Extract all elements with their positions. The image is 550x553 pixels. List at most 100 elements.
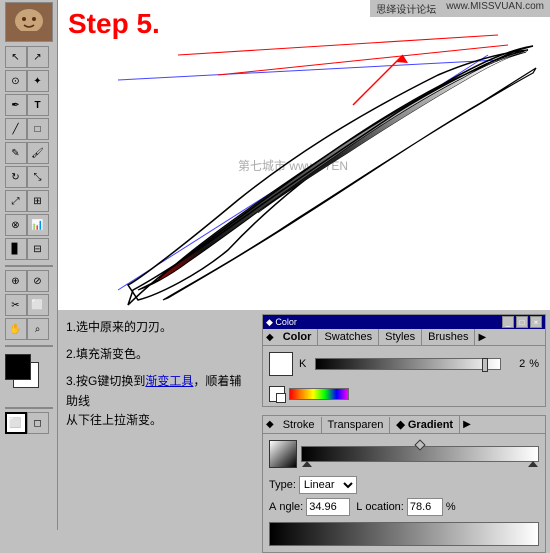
- warp-tool[interactable]: ⤢: [5, 190, 27, 212]
- stroke-tool[interactable]: ◻: [27, 412, 49, 434]
- direct-select-tool[interactable]: ↗: [27, 46, 49, 68]
- magic-wand-tool[interactable]: ✦: [27, 70, 49, 92]
- eraser-tool[interactable]: ⬜: [27, 294, 49, 316]
- gradient-preview-row: [269, 440, 539, 468]
- angle-input[interactable]: [306, 498, 350, 516]
- k-slider-container: K 2 %: [299, 358, 539, 370]
- scissor-tool[interactable]: ✂: [5, 294, 27, 316]
- type-field-group: Type: Linear Radial: [269, 476, 357, 494]
- tool-row-5: ✎ 🖌: [5, 142, 53, 164]
- zoom-tool[interactable]: ⌕: [27, 318, 49, 340]
- instruction-3-pre: 3.按G键切换到: [66, 374, 145, 388]
- angle-label2: ngle:: [279, 501, 303, 513]
- instruction-1: 1.选中原来的刀刃。: [66, 318, 250, 337]
- gradient-arrow-left: ◆: [263, 419, 277, 430]
- tab-styles[interactable]: Styles: [379, 329, 422, 345]
- blend-tool[interactable]: ⊗: [5, 214, 27, 236]
- color-panel: ◆ Color _ □ × ◆ Color Swatches Styles Br…: [262, 314, 546, 407]
- line-tool[interactable]: ╱: [5, 118, 27, 140]
- instruction-3-link: 渐变工具: [145, 374, 193, 388]
- gradient-midpoint[interactable]: [414, 439, 425, 450]
- type-select[interactable]: Linear Radial: [299, 476, 357, 494]
- watermark-left: 思绎设计论坛: [376, 1, 436, 16]
- panel-arrow-right: ▶: [475, 332, 489, 343]
- paint-bucket-tool[interactable]: ⊘: [27, 270, 49, 292]
- lasso-tool[interactable]: ⊙: [5, 70, 27, 92]
- color-panel-content: K 2 %: [263, 346, 545, 382]
- tab-brushes[interactable]: Brushes: [422, 329, 475, 345]
- location-label: L: [356, 501, 362, 513]
- tool-row-3: ✒ T: [5, 94, 53, 116]
- color-panel-titlebar: ◆ Color _ □ ×: [263, 315, 545, 329]
- tool-row-7: ⤢ ⊞: [5, 190, 53, 212]
- gradient-bar[interactable]: [301, 446, 539, 462]
- gradient-panel: ◆ Stroke Transparen ◆ Gradient ▶: [262, 415, 546, 553]
- gradient-fields: Type: Linear Radial: [269, 476, 539, 494]
- rotate-tool[interactable]: ↻: [5, 166, 27, 188]
- k-slider-track[interactable]: [315, 358, 501, 370]
- tool-row-2: ⊙ ✦: [5, 70, 53, 92]
- blade-illustration: 第七城市 www.77EN: [58, 0, 550, 310]
- tool-row-10: ⊕ ⊘: [5, 270, 53, 292]
- tab-gradient[interactable]: ◆ Gradient: [390, 416, 460, 433]
- angle-field-group: A ngle:: [269, 498, 350, 516]
- stroke-swatch-small[interactable]: [269, 386, 285, 402]
- tab-transparent[interactable]: Transparen: [322, 417, 391, 433]
- right-panels: ◆ Color _ □ × ◆ Color Swatches Styles Br…: [258, 310, 550, 530]
- color-panel-tabs: ◆ Color Swatches Styles Brushes ▶: [263, 329, 545, 346]
- eyedropper-tool[interactable]: ⊕: [5, 270, 27, 292]
- instruction-2: 2.填充渐变色。: [66, 345, 250, 364]
- tab-stroke[interactable]: Stroke: [277, 417, 322, 433]
- scale-tool[interactable]: ⤡: [27, 166, 49, 188]
- mesh-tool[interactable]: ⊟: [27, 238, 49, 260]
- color-panel-bottom: [263, 382, 545, 406]
- toolbar-separator-3: [5, 407, 53, 409]
- pencil-tool[interactable]: ✎: [5, 142, 27, 164]
- panel-arrow-left: ◆: [263, 332, 277, 343]
- shape-tool[interactable]: □: [27, 118, 49, 140]
- k-slider-thumb[interactable]: [482, 358, 488, 372]
- location-field-group: L ocation: %: [356, 498, 455, 516]
- angle-label: A: [269, 501, 276, 513]
- tab-swatches[interactable]: Swatches: [318, 329, 379, 345]
- avatar: [5, 2, 53, 42]
- fill-tool[interactable]: ⬜: [5, 412, 27, 434]
- pen-tool[interactable]: ✒: [5, 94, 27, 116]
- color-panel-title: ◆ Color: [266, 317, 297, 328]
- location-input[interactable]: [407, 498, 443, 516]
- tool-row-4: ╱ □: [5, 118, 53, 140]
- tool-row-fill: ⬜ ◻: [5, 412, 53, 434]
- tool-row-9: ▊ ⊟: [5, 238, 53, 260]
- toolbar-separator-1: [5, 265, 53, 267]
- watermark-bar: 思绎设计论坛 www.MISSVUAN.com: [370, 0, 550, 17]
- gradient-stop-left[interactable]: [302, 461, 312, 467]
- color-panel-minimize[interactable]: _: [502, 316, 514, 328]
- graph-tool[interactable]: 📊: [27, 214, 49, 236]
- color-swatch-area: [5, 354, 53, 404]
- k-percent: %: [529, 358, 539, 370]
- free-transform-tool[interactable]: ⊞: [27, 190, 49, 212]
- gradient-fields-2: A ngle: L ocation: %: [269, 498, 539, 516]
- tab-color[interactable]: Color: [277, 329, 319, 345]
- tool-row-8: ⊗ 📊: [5, 214, 53, 236]
- toolbar: ↖ ↗ ⊙ ✦ ✒ T ╱ □ ✎ 🖌 ↻ ⤡ ⤢ ⊞ ⊗ 📊: [0, 0, 58, 530]
- color-preview: [269, 352, 293, 376]
- foreground-color-swatch[interactable]: [5, 354, 31, 380]
- tool-row-1: ↖ ↗: [5, 46, 53, 68]
- k-label: K: [299, 358, 311, 370]
- k-value: 2: [505, 358, 525, 370]
- instructions-area: 1.选中原来的刀刃。 2.填充渐变色。 3.按G键切换到渐变工具，顺着辅助线从下…: [58, 310, 258, 530]
- brush-tool[interactable]: 🖌: [27, 142, 49, 164]
- watermark-right: www.MISSVUAN.com: [446, 1, 544, 16]
- color-panel-close[interactable]: ×: [530, 316, 542, 328]
- color-panel-maximize[interactable]: □: [516, 316, 528, 328]
- gradient-bar-container: [301, 446, 539, 462]
- column-graph-tool[interactable]: ▊: [5, 238, 27, 260]
- arrow-tool[interactable]: ↖: [5, 46, 27, 68]
- location-label2: ocation:: [365, 501, 404, 513]
- gradient-bottom-bar: [269, 522, 539, 546]
- mini-spectrum-bar[interactable]: [289, 388, 349, 400]
- hand-tool[interactable]: ✋: [5, 318, 27, 340]
- type-tool[interactable]: T: [27, 94, 49, 116]
- gradient-stop-right[interactable]: [528, 461, 538, 467]
